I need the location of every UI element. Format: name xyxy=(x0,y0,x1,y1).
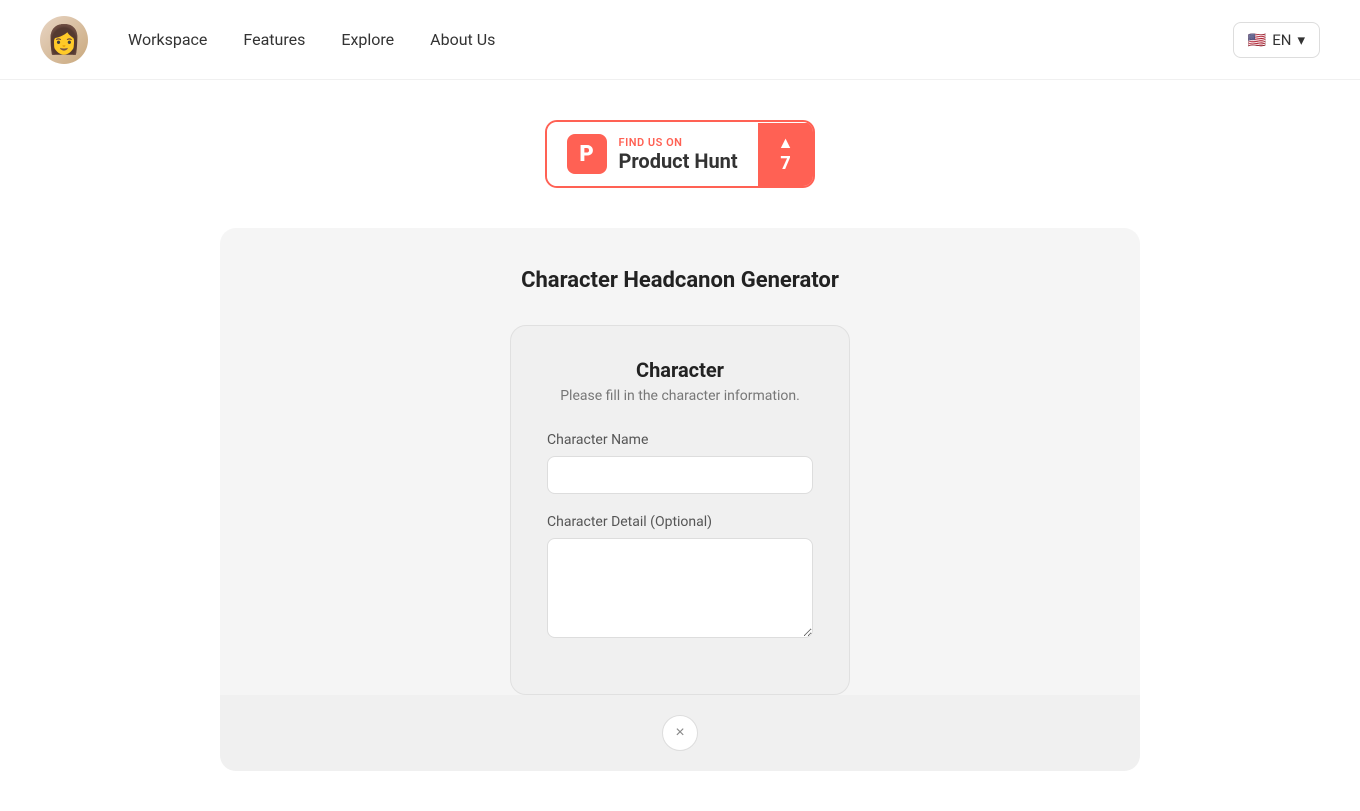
ph-triangle-icon: ▲ xyxy=(778,135,794,151)
nav-about-us[interactable]: About Us xyxy=(430,26,495,53)
ph-text: FIND US ON Product Hunt xyxy=(619,136,738,173)
form-card-title: Character xyxy=(547,358,813,382)
character-detail-textarea[interactable] xyxy=(547,538,813,638)
logo-area[interactable]: 👩 xyxy=(40,16,88,64)
language-selector[interactable]: 🇺🇸 EN ▾ xyxy=(1233,22,1320,58)
ph-vote-count: 7 xyxy=(780,153,790,174)
close-icon: × xyxy=(675,724,684,742)
character-name-input[interactable] xyxy=(547,456,813,494)
close-button[interactable]: × xyxy=(662,715,698,751)
product-hunt-badge[interactable]: P FIND US ON Product Hunt ▲ 7 xyxy=(545,120,816,188)
ph-icon: P xyxy=(567,134,607,174)
ph-name: Product Hunt xyxy=(619,149,738,173)
main-content: P FIND US ON Product Hunt ▲ 7 Character … xyxy=(0,80,1360,811)
form-card: Character Please fill in the character i… xyxy=(510,325,850,695)
form-card-subtitle: Please fill in the character information… xyxy=(547,388,813,404)
ph-find-us-label: FIND US ON xyxy=(619,136,738,149)
lang-code: EN xyxy=(1272,31,1291,49)
character-name-group: Character Name xyxy=(547,432,813,494)
nav-features[interactable]: Features xyxy=(243,26,305,53)
close-area: × xyxy=(220,695,1140,771)
logo-emoji: 👩 xyxy=(47,23,82,56)
logo-icon: 👩 xyxy=(40,16,88,64)
character-name-label: Character Name xyxy=(547,432,813,448)
card-title: Character Headcanon Generator xyxy=(220,268,1140,293)
nav-workspace[interactable]: Workspace xyxy=(128,26,207,53)
nav-explore[interactable]: Explore xyxy=(341,26,394,53)
main-nav: Workspace Features Explore About Us xyxy=(128,26,1233,53)
lang-flag: 🇺🇸 xyxy=(1248,31,1267,49)
header: 👩 Workspace Features Explore About Us 🇺🇸… xyxy=(0,0,1360,80)
character-detail-label: Character Detail (Optional) xyxy=(547,514,813,530)
character-detail-group: Character Detail (Optional) xyxy=(547,514,813,642)
chevron-down-icon: ▾ xyxy=(1297,31,1305,49)
card-container: Character Headcanon Generator Character … xyxy=(220,228,1140,771)
ph-left: P FIND US ON Product Hunt xyxy=(547,122,758,186)
ph-vote[interactable]: ▲ 7 xyxy=(758,123,814,186)
